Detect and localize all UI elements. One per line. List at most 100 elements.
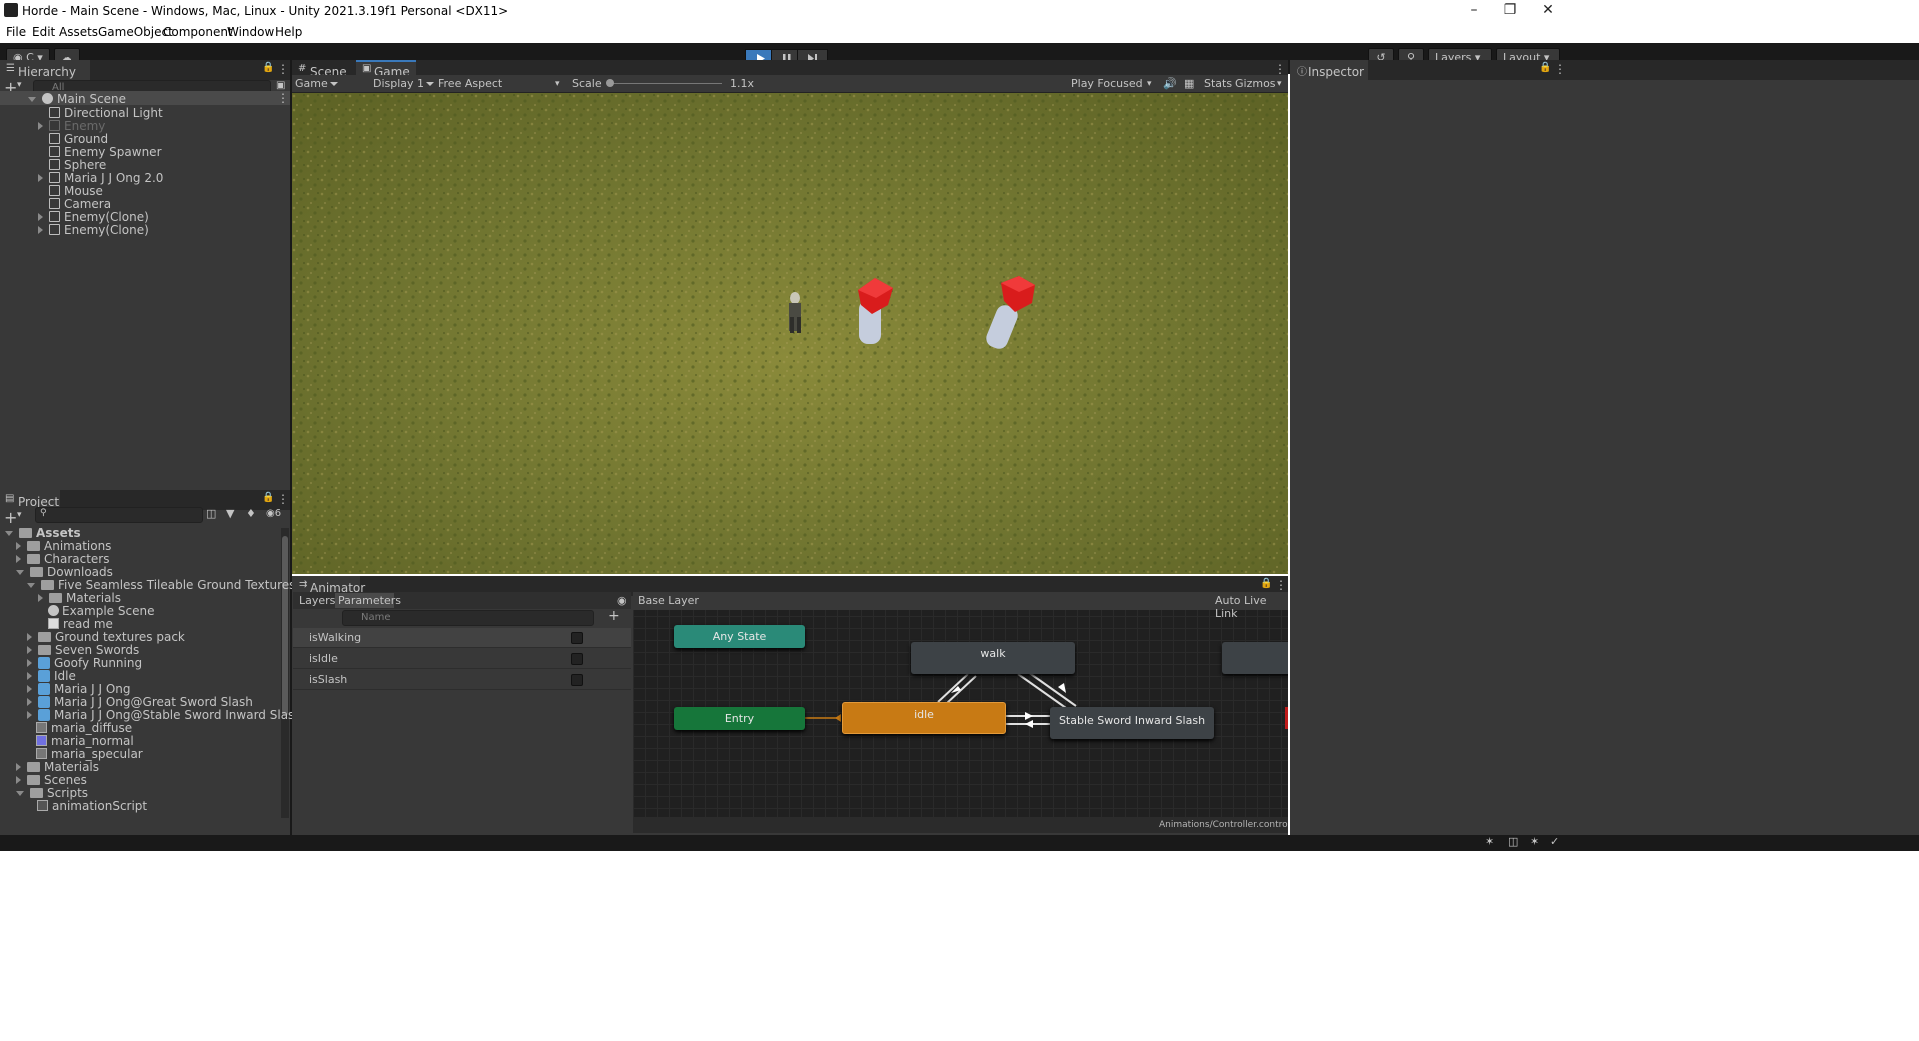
chevron-down-icon[interactable]: ▾	[1277, 76, 1282, 92]
minimize-icon[interactable]: –	[1454, 0, 1494, 22]
chevron-down-icon[interactable]: ▾	[17, 80, 22, 90]
hidden-packages-icon[interactable]: ◉6	[266, 508, 281, 519]
entry-node[interactable]: Entry	[674, 707, 805, 730]
more-icon[interactable]: ⋮	[1274, 62, 1286, 76]
expand-arrow-icon[interactable]	[16, 763, 21, 771]
idle-state-node[interactable]: idle	[842, 702, 1006, 734]
collapse-arrow-icon[interactable]	[27, 583, 35, 588]
expand-arrow-icon[interactable]	[16, 555, 21, 563]
param-checkbox[interactable]	[571, 653, 583, 665]
folder-icon: ▤	[5, 493, 15, 504]
offscreen-state-node[interactable]	[1222, 642, 1288, 674]
play-focused-dropdown[interactable]: Play Focused	[1071, 76, 1143, 92]
more-icon[interactable]: ⋮	[277, 62, 289, 76]
eye-icon[interactable]: ◉	[617, 594, 627, 607]
expand-arrow-icon[interactable]	[27, 685, 32, 693]
close-icon[interactable]: ✕	[1528, 0, 1568, 22]
lock-icon[interactable]: 🔒	[1260, 578, 1272, 589]
gameobject-icon	[49, 172, 60, 183]
any-state-node[interactable]: Any State	[674, 625, 805, 648]
hierarchy-item[interactable]: Enemy(Clone)	[38, 222, 149, 238]
chevron-down-icon[interactable]: ▾	[1147, 76, 1152, 92]
lock-icon[interactable]: 🔒	[1539, 62, 1551, 73]
expand-arrow-icon[interactable]	[16, 776, 21, 784]
folder-icon	[27, 762, 40, 772]
game-view[interactable]	[292, 93, 1288, 574]
expand-arrow-icon[interactable]	[27, 711, 32, 719]
gameobject-icon	[49, 198, 60, 209]
bug-icon[interactable]: ✶	[1485, 835, 1494, 848]
menu-assets[interactable]: Assets	[59, 25, 98, 39]
parameter-row[interactable]: isWalking	[293, 628, 631, 648]
scale-slider-track[interactable]	[608, 83, 722, 84]
display-dropdown[interactable]: Display 1	[373, 76, 435, 92]
check-icon[interactable]: ✓	[1550, 835, 1559, 848]
project-scrollbar-thumb[interactable]	[282, 536, 288, 716]
gizmos-button[interactable]: Gizmos	[1235, 76, 1276, 92]
folder-icon	[27, 554, 40, 564]
game-render	[292, 93, 1288, 574]
scene-asset-icon	[48, 605, 59, 616]
project-panel: Project ▤ 🔒 ⋮ + ▾ ⚲ ◫ ▼ ♦ ◉6 Assets Anim…	[0, 490, 302, 835]
tab-layers[interactable]: Layers	[299, 594, 335, 607]
expand-arrow-icon[interactable]	[38, 174, 43, 182]
animator-graph[interactable]: Base Layer Auto Live Link Any State Entr…	[633, 592, 1288, 833]
expand-arrow-icon[interactable]	[27, 646, 32, 654]
expand-arrow-icon[interactable]	[38, 594, 43, 602]
menu-component[interactable]: Component	[163, 25, 233, 39]
aspect-dropdown[interactable]: Free Aspect	[438, 76, 502, 92]
more-icon[interactable]: ⋮	[1275, 578, 1287, 592]
param-search-input[interactable]: Name	[342, 610, 594, 626]
filter-icon[interactable]: ▼	[226, 507, 234, 520]
parameter-row[interactable]: isIdle	[293, 649, 631, 669]
collapse-arrow-icon[interactable]	[28, 97, 36, 102]
expand-arrow-icon[interactable]	[27, 698, 32, 706]
param-checkbox[interactable]	[571, 632, 583, 644]
animator-icon: ⇉	[299, 579, 308, 590]
chevron-down-icon[interactable]: ▾	[555, 76, 560, 92]
hierarchy-tabbar: Hierarchy ☰ 🔒 ⋮	[0, 60, 290, 80]
folder-icon	[30, 567, 43, 577]
desktop-background	[0, 851, 1919, 1041]
chevron-down-icon[interactable]: ▾	[17, 510, 22, 520]
expand-arrow-icon[interactable]	[38, 122, 43, 130]
stats-button[interactable]: Stats	[1204, 76, 1232, 92]
lock-icon[interactable]: 🔒	[262, 492, 274, 503]
tab-parameters[interactable]: Parameters	[338, 594, 401, 607]
mute-audio-icon[interactable]: 🔊	[1163, 76, 1177, 92]
more-icon[interactable]: ⋮	[1554, 62, 1566, 76]
scene-menu-icon[interactable]: ⋮	[277, 91, 289, 105]
lock-icon[interactable]: 🔒	[262, 62, 274, 73]
collapse-arrow-icon[interactable]	[16, 791, 24, 796]
network-icon[interactable]: ✶	[1530, 835, 1539, 848]
restore-icon[interactable]: ❐	[1490, 0, 1530, 22]
label-icon[interactable]: ♦	[246, 507, 256, 520]
walk-state-node[interactable]: walk	[911, 642, 1075, 674]
expand-arrow-icon[interactable]	[27, 659, 32, 667]
menu-help[interactable]: Help	[275, 25, 302, 39]
project-search-input[interactable]	[35, 507, 203, 523]
expand-arrow-icon[interactable]	[16, 542, 21, 550]
menu-window[interactable]: Window	[227, 25, 274, 39]
cache-icon[interactable]: ◫	[1508, 835, 1518, 848]
expand-arrow-icon[interactable]	[27, 672, 32, 680]
expand-arrow-icon[interactable]	[27, 633, 32, 641]
parameter-row[interactable]: isSlash	[293, 670, 631, 690]
expand-arrow-icon[interactable]	[38, 226, 43, 234]
slash-state-node[interactable]: Stable Sword Inward Slash	[1050, 707, 1214, 739]
menu-gameobject[interactable]: GameObject	[98, 25, 173, 39]
menu-edit[interactable]: Edit	[32, 25, 55, 39]
menu-file[interactable]: File	[6, 25, 26, 39]
more-icon[interactable]: ⋮	[277, 492, 289, 506]
collapse-arrow-icon[interactable]	[16, 570, 24, 575]
grid-icon[interactable]: ▦	[1184, 76, 1194, 92]
expand-arrow-icon[interactable]	[38, 213, 43, 221]
scale-slider-handle[interactable]	[606, 79, 614, 87]
add-parameter-icon[interactable]: +	[608, 608, 620, 624]
tree-asset[interactable]: animationScript	[37, 798, 147, 814]
game-mode-dropdown[interactable]: Game	[295, 76, 338, 92]
scene-visibility-icon[interactable]: ▣	[276, 80, 285, 91]
search-by-type-icon[interactable]: ◫	[206, 507, 216, 520]
param-checkbox[interactable]	[571, 674, 583, 686]
collapse-arrow-icon[interactable]	[5, 531, 13, 536]
